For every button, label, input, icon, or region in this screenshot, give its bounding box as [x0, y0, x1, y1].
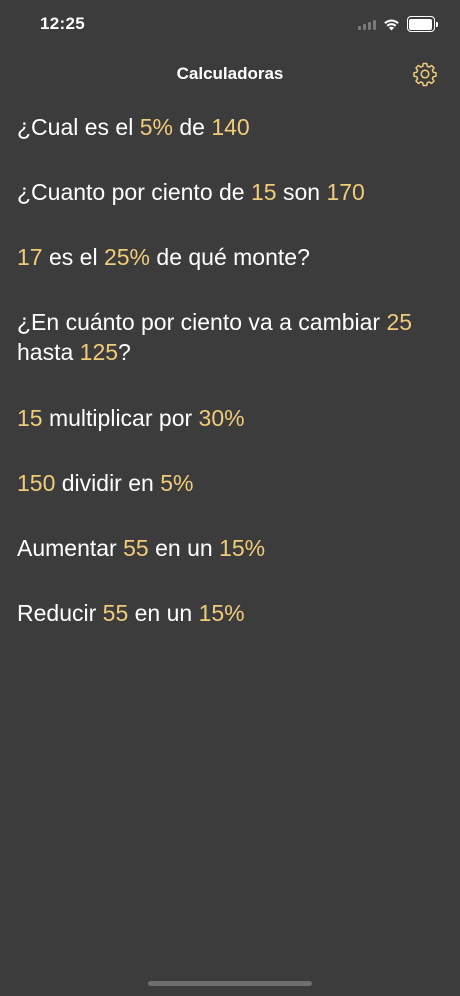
- signal-icon: [357, 18, 376, 30]
- battery-icon: [406, 16, 438, 32]
- nav-bar: Calculadoras: [0, 50, 460, 98]
- calculator-item[interactable]: ¿Cual es el 5% de 140: [17, 112, 447, 142]
- calculator-value[interactable]: 17: [17, 244, 43, 270]
- calculator-item[interactable]: ¿Cuanto por ciento de 15 son 170: [17, 177, 447, 207]
- calculator-text: ¿Cual es el: [17, 114, 140, 140]
- calculator-text: de qué monte?: [150, 244, 310, 270]
- calculator-value[interactable]: 25: [386, 309, 412, 335]
- calculator-text: hasta: [17, 339, 80, 365]
- calculator-item[interactable]: 150 dividir en 5%: [17, 468, 447, 498]
- calculator-value[interactable]: 15: [251, 179, 277, 205]
- status-icons: [357, 16, 438, 32]
- calculator-text: Aumentar: [17, 535, 124, 561]
- calculator-text: dividir en: [55, 470, 161, 496]
- calculator-text: en un: [128, 600, 199, 626]
- calculator-value[interactable]: 25%: [104, 244, 150, 270]
- calculator-value[interactable]: 140: [211, 114, 249, 140]
- calculator-text: multiplicar por: [42, 405, 199, 431]
- calculator-item[interactable]: Reducir 55 en un 15%: [17, 598, 447, 628]
- calculator-value[interactable]: 15%: [199, 600, 245, 626]
- calculator-value[interactable]: 150: [17, 470, 55, 496]
- settings-button[interactable]: [412, 61, 438, 87]
- calculator-text: ¿Cuanto por ciento de: [17, 179, 251, 205]
- page-title: Calculadoras: [176, 64, 284, 83]
- calculator-text: es el: [42, 244, 104, 270]
- status-time: 12:25: [40, 14, 85, 33]
- calculator-item[interactable]: 15 multiplicar por 30%: [17, 403, 447, 433]
- calculator-text: Reducir: [17, 600, 103, 626]
- calculator-value[interactable]: 15%: [219, 535, 265, 561]
- calculator-value[interactable]: 30%: [199, 405, 245, 431]
- gear-icon: [413, 62, 437, 87]
- calculator-value[interactable]: 5%: [140, 114, 173, 140]
- calculator-value[interactable]: 55: [123, 535, 149, 561]
- wifi-icon: [383, 19, 399, 30]
- calculator-item[interactable]: Aumentar 55 en un 15%: [17, 533, 447, 563]
- calculator-value[interactable]: 170: [326, 179, 364, 205]
- calculator-item[interactable]: 17 es el 25% de qué monte?: [17, 242, 447, 272]
- calculator-value[interactable]: 5%: [160, 470, 193, 496]
- home-indicator: [148, 981, 312, 986]
- calculator-value[interactable]: 15: [17, 405, 43, 431]
- calculator-text: ¿En cuánto por ciento va a cambiar: [17, 309, 387, 335]
- calculator-value[interactable]: 125: [80, 339, 118, 365]
- calculator-value[interactable]: 55: [103, 600, 129, 626]
- calculator-text: de: [172, 114, 212, 140]
- calculator-text: ?: [118, 339, 131, 365]
- status-bar: 12:25: [0, 0, 460, 50]
- calculator-text: en un: [148, 535, 220, 561]
- calculator-text: son: [276, 179, 327, 205]
- calculator-item[interactable]: ¿En cuánto por ciento va a cambiar 25 ha…: [17, 307, 447, 367]
